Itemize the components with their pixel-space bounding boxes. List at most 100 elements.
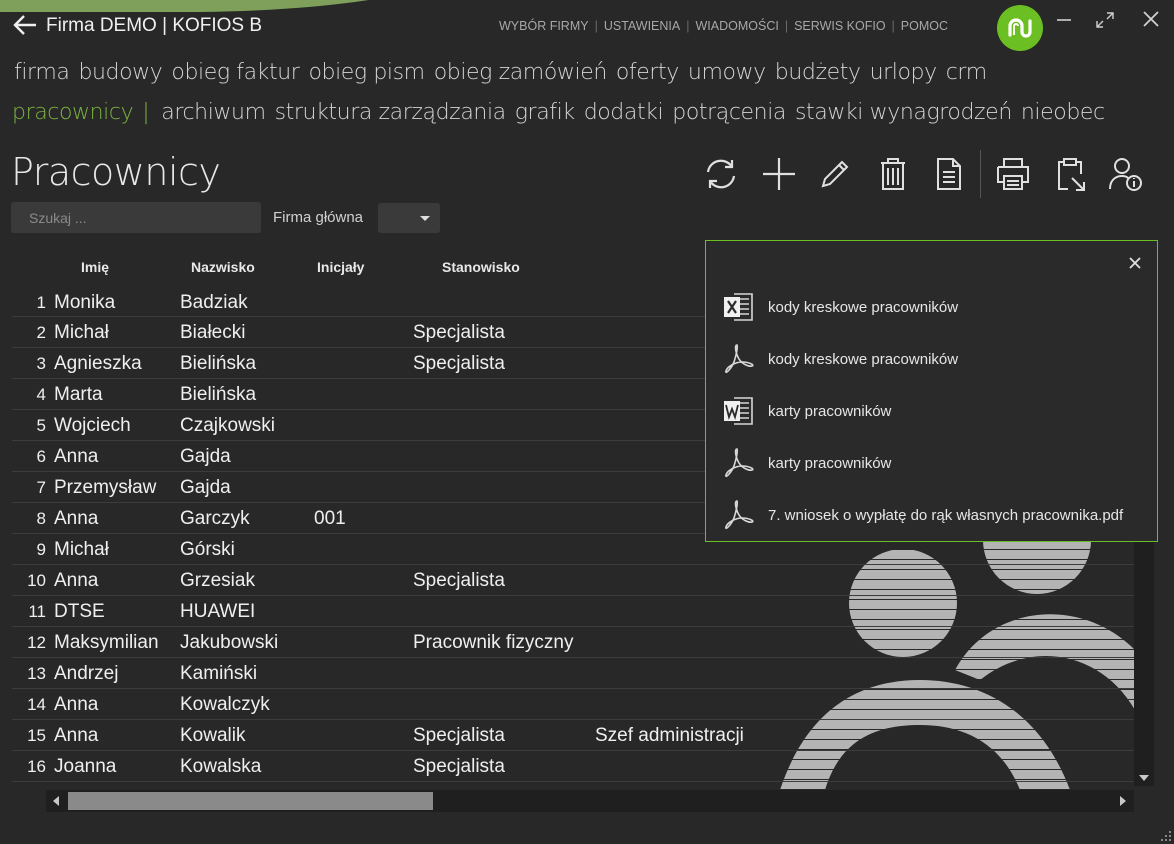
- popup-item-word-cards[interactable]: karty pracowników: [722, 392, 1152, 432]
- nav-item-obieg-zamowien[interactable]: obieg zamówień: [434, 60, 608, 85]
- position-cell: Specjalista: [413, 570, 505, 591]
- nav-item-potracenia[interactable]: potrącenia: [672, 100, 786, 125]
- first-name-cell: Wojciech: [54, 415, 131, 436]
- menu-separator: |: [891, 19, 895, 33]
- menu-item-settings[interactable]: USTAWIENIA: [604, 19, 680, 33]
- row-number: 3: [36, 354, 46, 373]
- last-name-cell: Gajda: [180, 446, 231, 467]
- horizontal-scrollbar[interactable]: [46, 790, 1134, 812]
- page-title: Pracownicy: [11, 150, 221, 194]
- table-row[interactable]: 11 DTSE HUAWEI: [12, 596, 1134, 627]
- vertical-scrollbar[interactable]: [1134, 541, 1154, 786]
- first-name-cell: Marta: [54, 384, 103, 405]
- scroll-left-icon[interactable]: [53, 796, 59, 806]
- table-row[interactable]: 12 Maksymilian Jakubowski Pracownik fizyczn…: [12, 627, 1134, 658]
- maximize-icon[interactable]: [1090, 8, 1120, 32]
- position-cell: Specjalista: [413, 756, 505, 777]
- menu-separator: |: [784, 19, 789, 33]
- firm-title[interactable]: Firma DEMO | KOFIOS B: [46, 15, 262, 37]
- nav-item-crm[interactable]: crm: [946, 60, 987, 85]
- close-icon[interactable]: [1125, 253, 1145, 273]
- kofio-logo-glyph: [1008, 18, 1032, 38]
- popup-item-label: karty pracowników: [768, 455, 892, 472]
- search-input[interactable]: [11, 202, 261, 233]
- column-header-initials[interactable]: Inicjały: [317, 259, 364, 275]
- menu-separator: |: [594, 19, 598, 33]
- row-number: 1: [36, 293, 46, 312]
- popup-item-label: kody kreskowe pracowników: [768, 299, 959, 316]
- refresh-icon[interactable]: [701, 154, 741, 194]
- nav-item-budzety[interactable]: budżety: [775, 60, 861, 85]
- row-number: 12: [27, 633, 46, 652]
- first-name-cell: Michał: [54, 322, 109, 343]
- scroll-right-icon[interactable]: [1120, 796, 1126, 806]
- minimize-icon[interactable]: [1049, 8, 1079, 32]
- delete-icon[interactable]: [873, 154, 913, 194]
- firm-filter-select[interactable]: [378, 203, 440, 233]
- user-info-icon[interactable]: [1106, 154, 1146, 194]
- menu-item-messages[interactable]: WIADOMOŚCI: [696, 19, 779, 33]
- nav-item-firma[interactable]: firma: [14, 60, 70, 85]
- position-cell: Pracownik fizyczny: [413, 632, 574, 653]
- nav-item-nieobecnosci[interactable]: nieobec: [1021, 100, 1105, 125]
- chevron-down-icon: [420, 216, 430, 221]
- last-name-cell: Czajkowski: [180, 415, 276, 436]
- print-icon[interactable]: [993, 154, 1033, 194]
- nav-item-umowy[interactable]: umowy: [688, 60, 766, 85]
- first-name-cell: Przemysław: [54, 477, 157, 498]
- close-icon[interactable]: [1136, 8, 1166, 32]
- nav-item-urlopy[interactable]: urlopy: [870, 60, 938, 85]
- row-number: 13: [27, 664, 46, 683]
- initials-cell: 001: [314, 508, 346, 529]
- nav-item-dodatki[interactable]: dodatki: [584, 100, 664, 125]
- nav-item-obieg-pism[interactable]: obieg pism: [308, 60, 425, 85]
- popup-item-pdf-payout-request[interactable]: 7. wniosek o wypłatę do rąk własnych pra…: [722, 496, 1152, 536]
- last-name-cell: Gajda: [180, 477, 231, 498]
- last-name-cell: Kamiński: [180, 663, 258, 684]
- menu-item-firm-select[interactable]: WYBÓR FIRMY: [499, 19, 589, 33]
- kofio-logo-icon[interactable]: [997, 5, 1043, 51]
- row-number: 15: [27, 726, 46, 745]
- resize-grip-icon[interactable]: [1161, 831, 1171, 841]
- row-number: 2: [36, 323, 46, 342]
- edit-icon[interactable]: [815, 154, 855, 194]
- nav-item-grafik[interactable]: grafik: [515, 100, 575, 125]
- scroll-down-icon[interactable]: [1139, 775, 1149, 781]
- last-name-cell: Białecki: [180, 322, 246, 343]
- popup-item-pdf-barcodes[interactable]: kody kreskowe pracowników: [722, 340, 1152, 380]
- table-row[interactable]: 16 Joanna Kowalska Specjalista: [12, 751, 1134, 782]
- table-row[interactable]: 15 Anna Kowalik Specjalista Szef administrac…: [12, 720, 1134, 751]
- last-name-cell: Kowalik: [180, 725, 246, 746]
- nav-item-budowy[interactable]: budowy: [78, 60, 162, 85]
- nav-item-oferty[interactable]: oferty: [616, 60, 679, 85]
- menu-item-help[interactable]: POMOC: [901, 19, 948, 33]
- nav-item-struktura-zarzadzania[interactable]: struktura zarządzania: [275, 100, 507, 125]
- title-bar: Firma DEMO | KOFIOS B WYBÓR FIRMY | USTAW…: [0, 0, 1174, 52]
- module-nav-row-1: firma budowy obieg faktur obieg pism obi…: [14, 60, 996, 85]
- first-name-cell: Anna: [54, 508, 99, 529]
- popup-item-excel-barcodes[interactable]: kody kreskowe pracowników: [722, 288, 1152, 328]
- table-row[interactable]: 13 Andrzej Kamiński: [12, 658, 1134, 689]
- document-icon[interactable]: [929, 154, 969, 194]
- last-name-cell: Kowalska: [180, 756, 262, 777]
- first-name-cell: Maksymilian: [54, 632, 159, 653]
- popup-item-pdf-cards[interactable]: karty pracowników: [722, 444, 1152, 484]
- column-header-position[interactable]: Stanowisko: [442, 259, 520, 275]
- top-menu: WYBÓR FIRMY | USTAWIENIA | WIADOMOŚCI | SER…: [499, 19, 948, 33]
- nav-item-obieg-faktur[interactable]: obieg faktur: [171, 60, 299, 85]
- clipboard-export-icon[interactable]: [1050, 154, 1090, 194]
- last-name-cell: Bielińska: [180, 384, 257, 405]
- nav-item-archiwum[interactable]: archiwum: [161, 100, 266, 125]
- first-name-cell: Agnieszka: [54, 353, 142, 374]
- menu-separator: |: [686, 19, 690, 33]
- add-icon[interactable]: [759, 154, 799, 194]
- table-row[interactable]: 10 Anna Grzesiak Specjalista: [12, 565, 1134, 596]
- menu-item-service[interactable]: SERWIS KOFIO: [794, 19, 885, 33]
- column-header-first-name[interactable]: Imię: [81, 259, 109, 275]
- nav-item-pracownicy[interactable]: pracownicy: [12, 100, 134, 125]
- horizontal-scroll-thumb[interactable]: [68, 792, 433, 810]
- table-row[interactable]: 14 Anna Kowalczyk: [12, 689, 1134, 720]
- nav-item-stawki-wynagrodzen[interactable]: stawki wynagrodzeń: [795, 100, 1012, 125]
- column-header-last-name[interactable]: Nazwisko: [191, 259, 255, 275]
- back-arrow-icon[interactable]: [12, 12, 38, 38]
